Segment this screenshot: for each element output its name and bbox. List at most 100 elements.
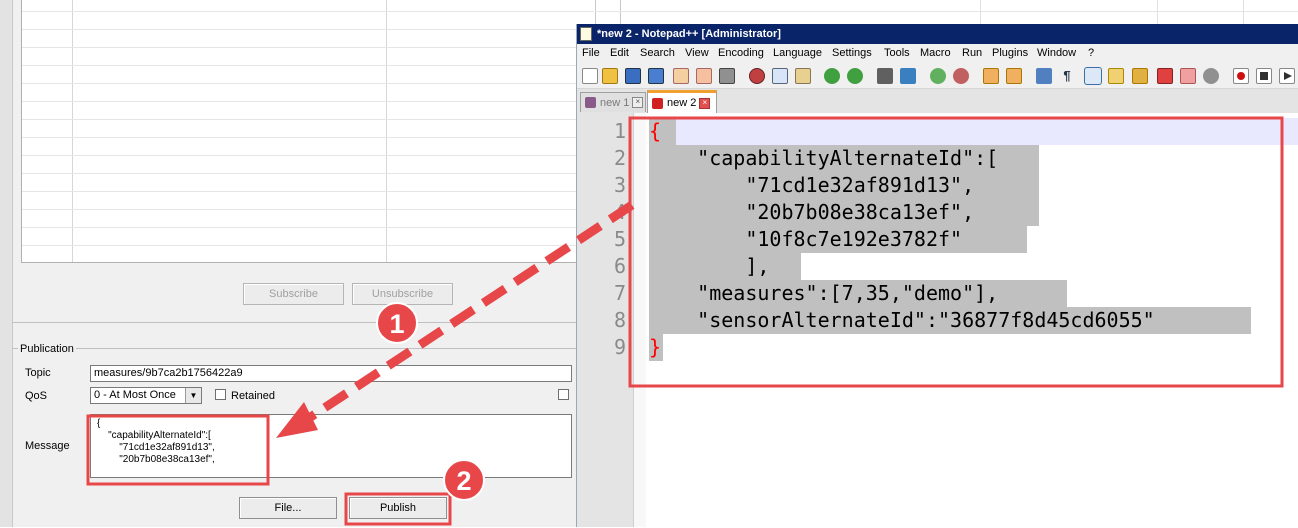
- code-editor[interactable]: 1 2 3 4 5 6 7 8 9 { "capabilityAlternate…: [577, 113, 1298, 527]
- code-line: {: [649, 119, 662, 143]
- open-file-icon[interactable]: [602, 68, 618, 84]
- menu-language[interactable]: Language: [773, 47, 822, 59]
- find-icon[interactable]: [877, 68, 893, 84]
- line-number: 6: [613, 254, 626, 278]
- menu-view[interactable]: View: [685, 47, 709, 59]
- menu-help[interactable]: ?: [1088, 47, 1094, 59]
- table-column-divider: [72, 0, 73, 262]
- topic-label: Topic: [25, 367, 51, 379]
- copy-icon[interactable]: [772, 68, 788, 84]
- redo-icon[interactable]: [847, 68, 863, 84]
- line-number: 4: [613, 200, 626, 224]
- line-number: 5: [613, 227, 626, 251]
- mqtt-client-window: Subscribe Unsubscribe Publication Topic …: [0, 0, 594, 527]
- notepad-window-title: *new 2 - Notepad++ [Administrator]: [597, 28, 781, 40]
- zoom-out-icon[interactable]: [953, 68, 969, 84]
- tab-new-1[interactable]: new 1 ×: [580, 92, 646, 112]
- tab-label: new 2: [667, 97, 697, 109]
- publish-button[interactable]: Publish: [349, 497, 447, 519]
- notepad-tab-bar: new 1 × new 2 ×: [577, 89, 1298, 113]
- folder-workspace-icon[interactable]: [1180, 68, 1196, 84]
- menu-plugins[interactable]: Plugins: [992, 47, 1028, 59]
- menu-macro[interactable]: Macro: [920, 47, 951, 59]
- menu-settings[interactable]: Settings: [832, 47, 872, 59]
- sync-horizontal-icon[interactable]: [1006, 68, 1022, 84]
- code-line: "10f8c7e192e3782f": [649, 227, 963, 251]
- message-label: Message: [25, 440, 70, 452]
- replace-icon[interactable]: [900, 68, 916, 84]
- menu-window[interactable]: Window: [1037, 47, 1076, 59]
- publication-group-label: Publication: [18, 343, 76, 355]
- save-all-icon[interactable]: [648, 68, 664, 84]
- tab-label: new 1: [600, 96, 630, 109]
- code-line: }: [649, 335, 662, 359]
- code-line: "sensorAlternateId":"36877f8d45cd6055": [649, 308, 1155, 332]
- line-number: 9: [613, 335, 626, 359]
- new-file-icon[interactable]: [582, 68, 598, 84]
- code-line: "measures":[7,35,"demo"],: [649, 281, 999, 305]
- code-line: "capabilityAlternateId":[: [649, 146, 999, 170]
- save-disk-icon: [585, 97, 596, 108]
- retained-label: Retained: [231, 390, 276, 402]
- topic-input[interactable]: measures/9b7ca2b1756422a9: [90, 365, 572, 382]
- menu-file[interactable]: File: [582, 47, 600, 59]
- close-icon[interactable]: [673, 68, 689, 84]
- sync-vertical-icon[interactable]: [983, 68, 999, 84]
- line-number: 1: [613, 119, 626, 143]
- menu-search[interactable]: Search: [640, 47, 675, 59]
- user-language-icon[interactable]: [1108, 68, 1124, 84]
- option-checkbox[interactable]: [558, 389, 569, 400]
- notepad-title-bar[interactable]: *new 2 - Notepad++ [Administrator]: [577, 24, 1298, 44]
- record-macro-icon[interactable]: [1233, 68, 1249, 84]
- code-line: "71cd1e32af891d13",: [649, 173, 975, 197]
- save-disk-icon: [652, 97, 663, 109]
- line-number: 8: [613, 308, 626, 332]
- background-window: [595, 0, 1298, 24]
- close-all-icon[interactable]: [696, 68, 712, 84]
- table-column-divider: [386, 0, 387, 262]
- tab-new-2[interactable]: new 2 ×: [647, 90, 717, 113]
- menu-tools[interactable]: Tools: [884, 47, 910, 59]
- stop-macro-icon[interactable]: [1256, 68, 1272, 84]
- indent-guide-icon[interactable]: [1084, 67, 1102, 85]
- notepad-menu-bar: File Edit Search View Encoding Language …: [577, 44, 1298, 64]
- close-tab-icon[interactable]: ×: [632, 97, 644, 108]
- menu-run[interactable]: Run: [962, 47, 982, 59]
- undo-icon[interactable]: [824, 68, 840, 84]
- code-line: ],: [649, 254, 770, 278]
- dropdown-arrow-icon[interactable]: ▼: [185, 388, 201, 403]
- notepad-window: *new 2 - Notepad++ [Administrator] File …: [576, 24, 1298, 527]
- qos-selected-value: 0 - At Most Once: [94, 389, 176, 401]
- qos-select[interactable]: 0 - At Most Once ▼: [90, 387, 202, 404]
- line-number-gutter: 1 2 3 4 5 6 7 8 9: [577, 113, 634, 527]
- save-icon[interactable]: [625, 68, 641, 84]
- fold-margin: [634, 113, 646, 527]
- unsubscribe-button[interactable]: Unsubscribe: [352, 283, 453, 305]
- subscribe-button[interactable]: Subscribe: [243, 283, 344, 305]
- word-wrap-icon[interactable]: [1036, 68, 1052, 84]
- menu-edit[interactable]: Edit: [610, 47, 629, 59]
- file-button[interactable]: File...: [239, 497, 337, 519]
- zoom-in-icon[interactable]: [930, 68, 946, 84]
- function-list-icon[interactable]: [1157, 68, 1173, 84]
- code-line: "20b7b08e38ca13ef",: [649, 200, 975, 224]
- line-number: 7: [613, 281, 626, 305]
- menu-encoding[interactable]: Encoding: [718, 47, 764, 59]
- line-number: 3: [613, 173, 626, 197]
- print-icon[interactable]: [719, 68, 735, 84]
- message-textarea[interactable]: { "capabilityAlternateId":[ "71cd1e32af8…: [90, 414, 572, 478]
- qos-label: QoS: [25, 390, 48, 402]
- close-tab-icon[interactable]: ×: [699, 97, 711, 109]
- line-number: 2: [613, 146, 626, 170]
- section-divider: [12, 322, 578, 323]
- show-all-characters-icon[interactable]: ¶: [1059, 68, 1075, 84]
- retained-checkbox[interactable]: [215, 389, 226, 400]
- subscription-table[interactable]: [21, 0, 594, 263]
- document-map-icon[interactable]: [1132, 68, 1148, 84]
- notepad-toolbar: ¶: [577, 64, 1298, 89]
- play-macro-icon[interactable]: [1279, 68, 1295, 84]
- monitoring-icon[interactable]: [1203, 68, 1219, 84]
- cut-icon[interactable]: [749, 68, 765, 84]
- paste-icon[interactable]: [795, 68, 811, 84]
- notepad-app-icon: [580, 27, 592, 41]
